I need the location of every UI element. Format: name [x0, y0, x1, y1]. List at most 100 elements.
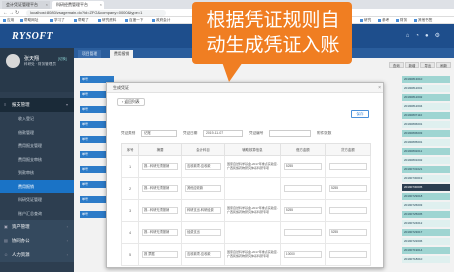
list-cell[interactable]: 20190805001 — [402, 139, 450, 146]
close-icon[interactable]: × — [378, 83, 381, 93]
bookmark-item[interactable]: 应用 — [3, 18, 14, 23]
list-cell[interactable]: 20190726003 — [402, 202, 450, 209]
back-to-list-button[interactable]: ‹ 返回列表 — [117, 98, 145, 106]
sidebar-item-account-summary[interactable]: 账户汇总查询 — [0, 207, 74, 221]
sidebar-item-expense-manage[interactable]: 费用报支管理 — [0, 139, 74, 153]
credit-input[interactable]: 5255 — [328, 184, 367, 192]
export-button[interactable]: 导出 — [420, 62, 436, 68]
sidebar-item-loan[interactable]: 借款管理 — [0, 126, 74, 140]
table-row: 3 报...科研无须报销 科研支出-科研经费 国家自然科学基金-2017年重点实… — [120, 199, 372, 222]
summary-cell: 报...科研无须报销 — [138, 221, 183, 244]
list-cell[interactable]: 20190730019 — [402, 175, 450, 182]
bell-icon[interactable]: ◔ — [415, 33, 425, 39]
settings-icon[interactable]: ⚙ — [435, 33, 446, 39]
list-cell[interactable]: 20190812004 — [402, 103, 450, 110]
list-cell[interactable]: 20190801002 — [402, 157, 450, 164]
list-cell[interactable]: 20190719014 — [402, 247, 450, 254]
bookmark-item[interactable]: 研究资料 — [98, 18, 116, 23]
tab-project[interactable]: 项目管理 — [78, 50, 102, 58]
bookmark-item[interactable]: 参考 — [378, 18, 389, 23]
add-button[interactable]: 新增 — [404, 62, 420, 68]
bookmark-item[interactable]: 学习了 — [50, 18, 65, 23]
sidebar-item-expense-audit[interactable]: 费用报支审核 — [0, 153, 74, 167]
list-cell[interactable]: 20190723017 — [402, 229, 450, 236]
account-select[interactable]: 应收款项-应收款 — [185, 250, 222, 258]
sidebar-item-payment-audit[interactable]: 到款审核 — [0, 166, 74, 180]
summary-input[interactable]: 报 票据 — [142, 250, 179, 258]
sidebar-group-hr[interactable]: ☺ 人力资源 › — [0, 248, 74, 262]
voucher-date-input[interactable]: 2019-11-07 — [203, 130, 243, 137]
list-cell[interactable]: 20190724012 — [402, 220, 450, 227]
browser-tab-active[interactable]: 科研经费管理平台 × — [52, 1, 104, 9]
debit-input[interactable] — [283, 184, 322, 192]
summary-input[interactable]: 报...科研无须报销 — [142, 206, 179, 214]
list-cell[interactable]: 20190729018 — [402, 193, 450, 200]
aux-info: 国家自然科学基金-2017年重点实验室-广西民族药物研究体系科研专项 — [224, 243, 281, 266]
close-icon[interactable]: × — [46, 1, 48, 9]
list-cell[interactable]: 20190813010 — [402, 76, 450, 83]
debit-input[interactable]: 5255 — [283, 162, 322, 170]
list-cell[interactable]: 20190812002 — [402, 94, 450, 101]
voucher-type-input[interactable]: 记账 — [141, 130, 177, 137]
credit-cell: 5255 — [324, 221, 372, 244]
list-cell[interactable]: 20190806003 — [402, 130, 450, 137]
list-cell[interactable]: 20190722006 — [402, 238, 450, 245]
list-cell[interactable]: 20190718010 — [402, 256, 450, 263]
summary-input[interactable]: 报...科研无须报销 — [142, 228, 179, 236]
tab-reimbursement[interactable]: 费用报销 — [110, 50, 134, 58]
switch-user-link[interactable]: [切换] — [58, 56, 67, 61]
sidebar-item-voucher[interactable]: 科研凭证管理 — [0, 193, 74, 207]
nav-buttons[interactable]: ←→↻ — [3, 10, 20, 16]
url-input[interactable]: localhost:8080/zsagemain.do?id=ZFG&compa… — [26, 10, 166, 16]
debit-input[interactable]: 5255 — [283, 206, 322, 214]
bookmark-item[interactable]: 政府会计 — [152, 18, 170, 23]
debit-input[interactable]: 10000 — [283, 250, 322, 258]
box-icon: ▣ — [4, 224, 8, 229]
sidebar-item-income[interactable]: 收入登记 — [0, 112, 74, 126]
account-select[interactable]: 应收款项-应收款 — [185, 162, 222, 170]
account-select[interactable]: 经费支出 — [185, 228, 222, 236]
account-select[interactable]: 科研支出-科研经费 — [185, 206, 222, 214]
summary-input[interactable]: 报...科研无须报销 — [142, 162, 179, 170]
modal-title: 生成凭证 × — [107, 83, 383, 93]
user-icon[interactable]: ● — [425, 33, 435, 39]
sidebar-group-office[interactable]: ▤ 协同办公 › — [0, 234, 74, 248]
bookmark-item[interactable]: 其他书签 — [414, 18, 432, 23]
sidebar: 张天翔 [切换] 科研处 · 财务管理员 ≡ 报支管理 ▾ 收入登记 借款管理 费用… — [0, 48, 74, 272]
credit-input[interactable] — [328, 206, 367, 214]
credit-input[interactable] — [328, 162, 367, 170]
bookmark-item[interactable]: 帮助网址 — [20, 18, 38, 23]
close-icon[interactable]: × — [100, 1, 102, 9]
list-cell[interactable]: 20190725005 — [402, 211, 450, 218]
list-cell[interactable]: 20190802011 — [402, 148, 450, 155]
list-cell[interactable]: 20190807110 — [402, 112, 450, 119]
modal-title-text: 生成凭证 — [113, 85, 129, 90]
row-number: 5 — [120, 243, 140, 266]
summary-input[interactable]: 报...科研无须报销 — [142, 184, 179, 192]
voucher-no-input[interactable] — [269, 130, 311, 137]
browser-tab[interactable]: 会计凭证管理平台 × — [2, 1, 50, 9]
save-button[interactable]: 保存 — [351, 110, 369, 118]
debit-input[interactable] — [283, 228, 322, 236]
list-cell[interactable]: 20190731021 — [402, 166, 450, 173]
list-cell[interactable]: 20190806001 — [402, 121, 450, 128]
list-cell-selected[interactable]: 20190730005 — [402, 184, 450, 191]
search-button[interactable]: 查询 — [388, 62, 404, 68]
sidebar-group-label: 资产管理 — [12, 224, 30, 229]
table-row: 5 报 票据 应收款项-应收款 国家自然科学基金-2017年重点实验室-广西民族… — [120, 243, 372, 266]
sidebar-group-assets[interactable]: ▣ 资产管理 › — [0, 220, 74, 234]
bookmark-item[interactable]: 百度一下 — [125, 18, 143, 23]
bookmark-item[interactable]: 财务 — [396, 18, 407, 23]
sidebar-item-reimbursement[interactable]: 费用报销 — [0, 179, 74, 193]
sidebar-group-reimbursement[interactable]: ≡ 报支管理 ▾ — [0, 98, 74, 112]
column-header: 借方金额 — [279, 143, 326, 156]
home-icon[interactable]: ⌂ — [406, 33, 416, 39]
refresh-button[interactable]: 刷新 — [436, 62, 451, 68]
credit-input[interactable]: 5255 — [328, 228, 367, 236]
account-select[interactable]: 其他应收款 — [185, 184, 222, 192]
bookmark-item[interactable]: 帮助了 — [74, 18, 89, 23]
reload-icon[interactable]: ↻ — [15, 10, 20, 16]
bookmark-item[interactable]: 研究 — [360, 18, 371, 23]
list-cell[interactable]: 20190812001 — [402, 85, 450, 92]
credit-input[interactable] — [328, 250, 367, 258]
